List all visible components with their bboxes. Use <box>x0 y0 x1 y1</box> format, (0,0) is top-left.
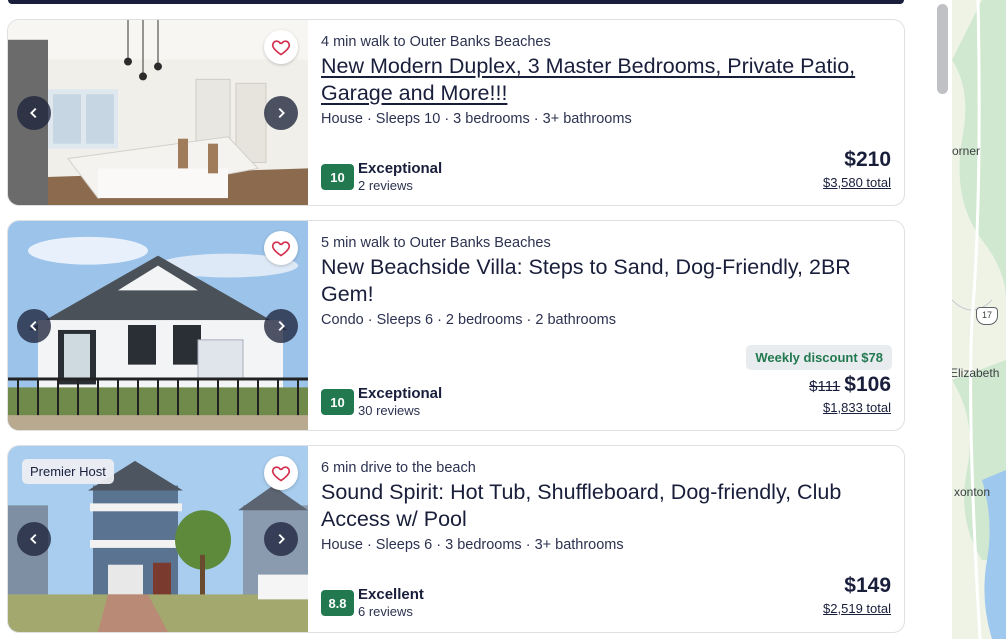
rating-score: 10 <box>321 389 354 415</box>
listing-photo[interactable] <box>8 221 308 430</box>
chevron-left-icon <box>30 533 37 545</box>
rating: 8.8 Excellent 6 reviews <box>321 586 424 620</box>
rating-label: Excellent <box>358 586 424 603</box>
nightly-price: $149 <box>844 574 891 597</box>
listing-card[interactable]: Premier Host 6 min drive to the beach So… <box>7 445 905 633</box>
next-photo-button[interactable] <box>264 308 298 343</box>
map-label: Elizabeth <box>952 366 1000 380</box>
listing-info: 4 min walk to Outer Banks Beaches New Mo… <box>321 20 904 205</box>
favorite-button[interactable] <box>264 30 298 64</box>
route-shield-icon: 17 <box>976 307 998 325</box>
property-details: House · Sleeps 10 · 3 bedrooms · 3+ bath… <box>321 111 632 127</box>
rating-score: 8.8 <box>321 590 354 616</box>
interior-photo <box>8 20 308 205</box>
listing-title[interactable]: Sound Spirit: Hot Tub, Shuffleboard, Dog… <box>321 479 891 533</box>
next-photo-button[interactable] <box>264 95 298 130</box>
listing-card[interactable]: 4 min walk to Outer Banks Beaches New Mo… <box>7 19 905 206</box>
scrollbar-thumb[interactable] <box>937 4 948 94</box>
original-price: $111 <box>809 378 841 395</box>
rating-score: 10 <box>321 164 354 190</box>
favorite-button[interactable] <box>264 231 298 265</box>
rating: 10 Exceptional 2 reviews <box>321 160 442 194</box>
heart-icon <box>271 40 291 56</box>
review-count: 2 reviews <box>358 178 413 193</box>
chevron-right-icon <box>278 107 285 118</box>
rating: 10 Exceptional 30 reviews <box>321 385 442 419</box>
price-block: $210 $3,580 total <box>823 148 891 190</box>
property-details: House · Sleeps 6 · 3 bedrooms · 3+ bathr… <box>321 537 624 553</box>
listing-info: 5 min walk to Outer Banks Beaches New Be… <box>321 221 904 430</box>
chevron-right-icon <box>278 320 285 331</box>
price-block: $149 $2,519 total <box>823 574 891 616</box>
heart-icon <box>271 241 291 257</box>
previous-photo-button[interactable] <box>17 308 51 343</box>
listing-title[interactable]: New Modern Duplex, 3 Master Bedrooms, Pr… <box>321 53 891 107</box>
chevron-left-icon <box>30 107 37 118</box>
premier-host-badge: Premier Host <box>22 459 114 484</box>
listing-info: 6 min drive to the beach Sound Spirit: H… <box>321 446 904 632</box>
next-photo-button[interactable] <box>264 522 298 556</box>
listing-photo[interactable] <box>8 20 308 205</box>
price-block: $111 $106 $1,833 total <box>809 373 891 415</box>
listing-card[interactable]: 5 min walk to Outer Banks Beaches New Be… <box>7 220 905 431</box>
location-note: 5 min walk to Outer Banks Beaches <box>321 235 551 251</box>
property-details: Condo · Sleeps 6 · 2 bedrooms · 2 bathro… <box>321 312 616 328</box>
review-count: 6 reviews <box>358 604 413 619</box>
total-price-link[interactable]: $2,519 total <box>823 601 891 616</box>
chevron-left-icon <box>30 320 37 331</box>
listing-photo[interactable]: Premier Host <box>8 446 308 632</box>
nightly-price: $106 <box>844 373 891 396</box>
results-list: 4 min walk to Outer Banks Beaches New Mo… <box>0 0 936 639</box>
location-note: 6 min drive to the beach <box>321 460 476 476</box>
rating-label: Exceptional <box>358 385 443 402</box>
nightly-price: $210 <box>844 148 891 171</box>
rating-label: Exceptional <box>358 160 443 177</box>
previous-photo-button[interactable] <box>17 522 51 556</box>
review-count: 30 reviews <box>358 403 421 418</box>
discount-badge: Weekly discount $78 <box>746 345 892 370</box>
scrollbar-track[interactable] <box>936 0 952 639</box>
location-note: 4 min walk to Outer Banks Beaches <box>321 34 551 50</box>
total-price-link[interactable]: $1,833 total <box>809 400 891 415</box>
exterior-photo <box>8 221 308 430</box>
map-label: orner <box>952 144 981 158</box>
chevron-right-icon <box>278 533 285 545</box>
total-price-link[interactable]: $3,580 total <box>823 175 891 190</box>
heart-icon <box>271 466 291 482</box>
listing-title[interactable]: New Beachside Villa: Steps to Sand, Dog-… <box>321 254 891 308</box>
previous-photo-button[interactable] <box>17 95 51 130</box>
favorite-button[interactable] <box>264 456 298 490</box>
map-label: xonton <box>954 485 991 499</box>
